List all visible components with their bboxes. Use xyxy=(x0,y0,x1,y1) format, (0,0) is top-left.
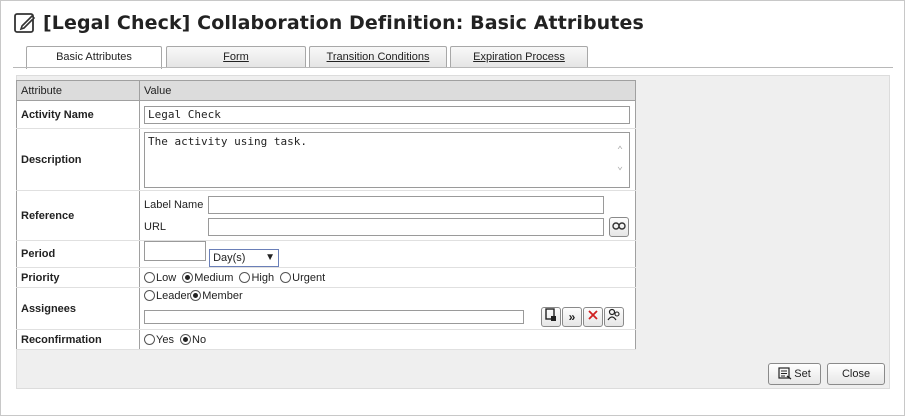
assignee-option-label: Leader xyxy=(156,289,191,302)
tab-label: Form xyxy=(223,51,249,63)
edit-icon xyxy=(13,11,37,35)
url-label: URL xyxy=(144,220,167,233)
textarea-scrollbar[interactable]: ⌃ ⌄ xyxy=(614,143,626,175)
priority-option-label: High xyxy=(251,271,275,284)
tab-divider xyxy=(13,67,893,68)
period-label: Period xyxy=(16,240,140,269)
tab-transition-conditions[interactable]: Transition Conditions xyxy=(309,46,447,68)
period-unit-value: Day(s) xyxy=(213,252,246,265)
tab-expiration-process[interactable]: Expiration Process xyxy=(450,46,588,68)
close-button[interactable]: Close xyxy=(827,363,885,385)
forward-icon[interactable]: » xyxy=(562,306,582,327)
priority-option-label: Medium xyxy=(194,271,234,284)
period-input[interactable] xyxy=(144,241,206,261)
priority-option-label: Low xyxy=(156,271,177,284)
chevron-down-icon: ▼ xyxy=(265,252,276,264)
set-button-label: Set xyxy=(794,368,811,380)
header-attribute: Attribute xyxy=(16,80,140,101)
description-text: The activity using task. xyxy=(148,134,307,148)
reference-label: Reference xyxy=(16,190,140,241)
link-icon[interactable] xyxy=(609,216,629,237)
label-name-input[interactable] xyxy=(208,195,604,214)
delete-icon[interactable] xyxy=(583,306,603,327)
radio-icon xyxy=(144,333,155,345)
user-select-icon[interactable] xyxy=(541,306,561,327)
radio-selected-icon xyxy=(190,289,202,301)
priority-option-high[interactable]: High xyxy=(239,271,275,284)
set-icon xyxy=(778,367,792,387)
description-label: Description xyxy=(16,128,140,191)
dialog-window: [Legal Check] Collaboration Definition: … xyxy=(0,0,905,416)
tab-label: Expiration Process xyxy=(473,51,565,63)
tab-basic-attributes[interactable]: Basic Attributes xyxy=(26,46,162,69)
assignees-list[interactable] xyxy=(144,309,524,324)
priority-option-medium[interactable]: Medium xyxy=(182,271,234,284)
tab-label: Basic Attributes xyxy=(56,51,132,63)
page-title: [Legal Check] Collaboration Definition: … xyxy=(43,12,644,34)
set-button[interactable]: Set xyxy=(768,363,821,385)
radio-selected-icon xyxy=(182,271,194,283)
assignee-option-member[interactable]: Member xyxy=(190,289,243,302)
activity-name-label: Activity Name xyxy=(16,100,140,129)
priority-option-urgent[interactable]: Urgent xyxy=(280,271,326,284)
reconfirmation-label: Reconfirmation xyxy=(16,329,140,351)
priority-option-label: Urgent xyxy=(292,271,326,284)
reconfirmation-option-no[interactable]: No xyxy=(180,333,207,346)
assignees-label: Assignees xyxy=(16,287,140,331)
assignee-option-leader[interactable]: Leader xyxy=(144,289,191,302)
assignee-option-label: Member xyxy=(202,289,243,302)
url-input[interactable] xyxy=(208,217,604,236)
radio-icon xyxy=(144,289,155,301)
description-textarea[interactable]: The activity using task. ⌃ ⌄ xyxy=(144,131,630,188)
close-button-label: Close xyxy=(841,368,871,380)
radio-icon xyxy=(144,271,155,283)
reconfirmation-option-label: No xyxy=(192,333,207,346)
radio-icon xyxy=(239,271,251,283)
period-unit-select[interactable]: Day(s) ▼ xyxy=(209,249,280,268)
attributes-table: Attribute Value Activity Name Legal Chec… xyxy=(16,80,636,351)
radio-icon xyxy=(280,271,292,283)
priority-label: Priority xyxy=(16,267,140,289)
priority-option-low[interactable]: Low xyxy=(144,271,177,284)
group-icon[interactable] xyxy=(604,306,624,327)
reconfirmation-option-yes[interactable]: Yes xyxy=(144,333,174,346)
activity-name-input[interactable]: Legal Check xyxy=(144,105,630,124)
radio-selected-icon xyxy=(180,333,192,345)
title-bar: [Legal Check] Collaboration Definition: … xyxy=(13,9,644,37)
tab-label: Transition Conditions xyxy=(326,51,430,63)
reconfirmation-option-label: Yes xyxy=(156,333,174,346)
label-name-label: Label Name xyxy=(144,198,204,211)
header-value: Value xyxy=(139,80,636,101)
tab-form[interactable]: Form xyxy=(166,46,306,68)
